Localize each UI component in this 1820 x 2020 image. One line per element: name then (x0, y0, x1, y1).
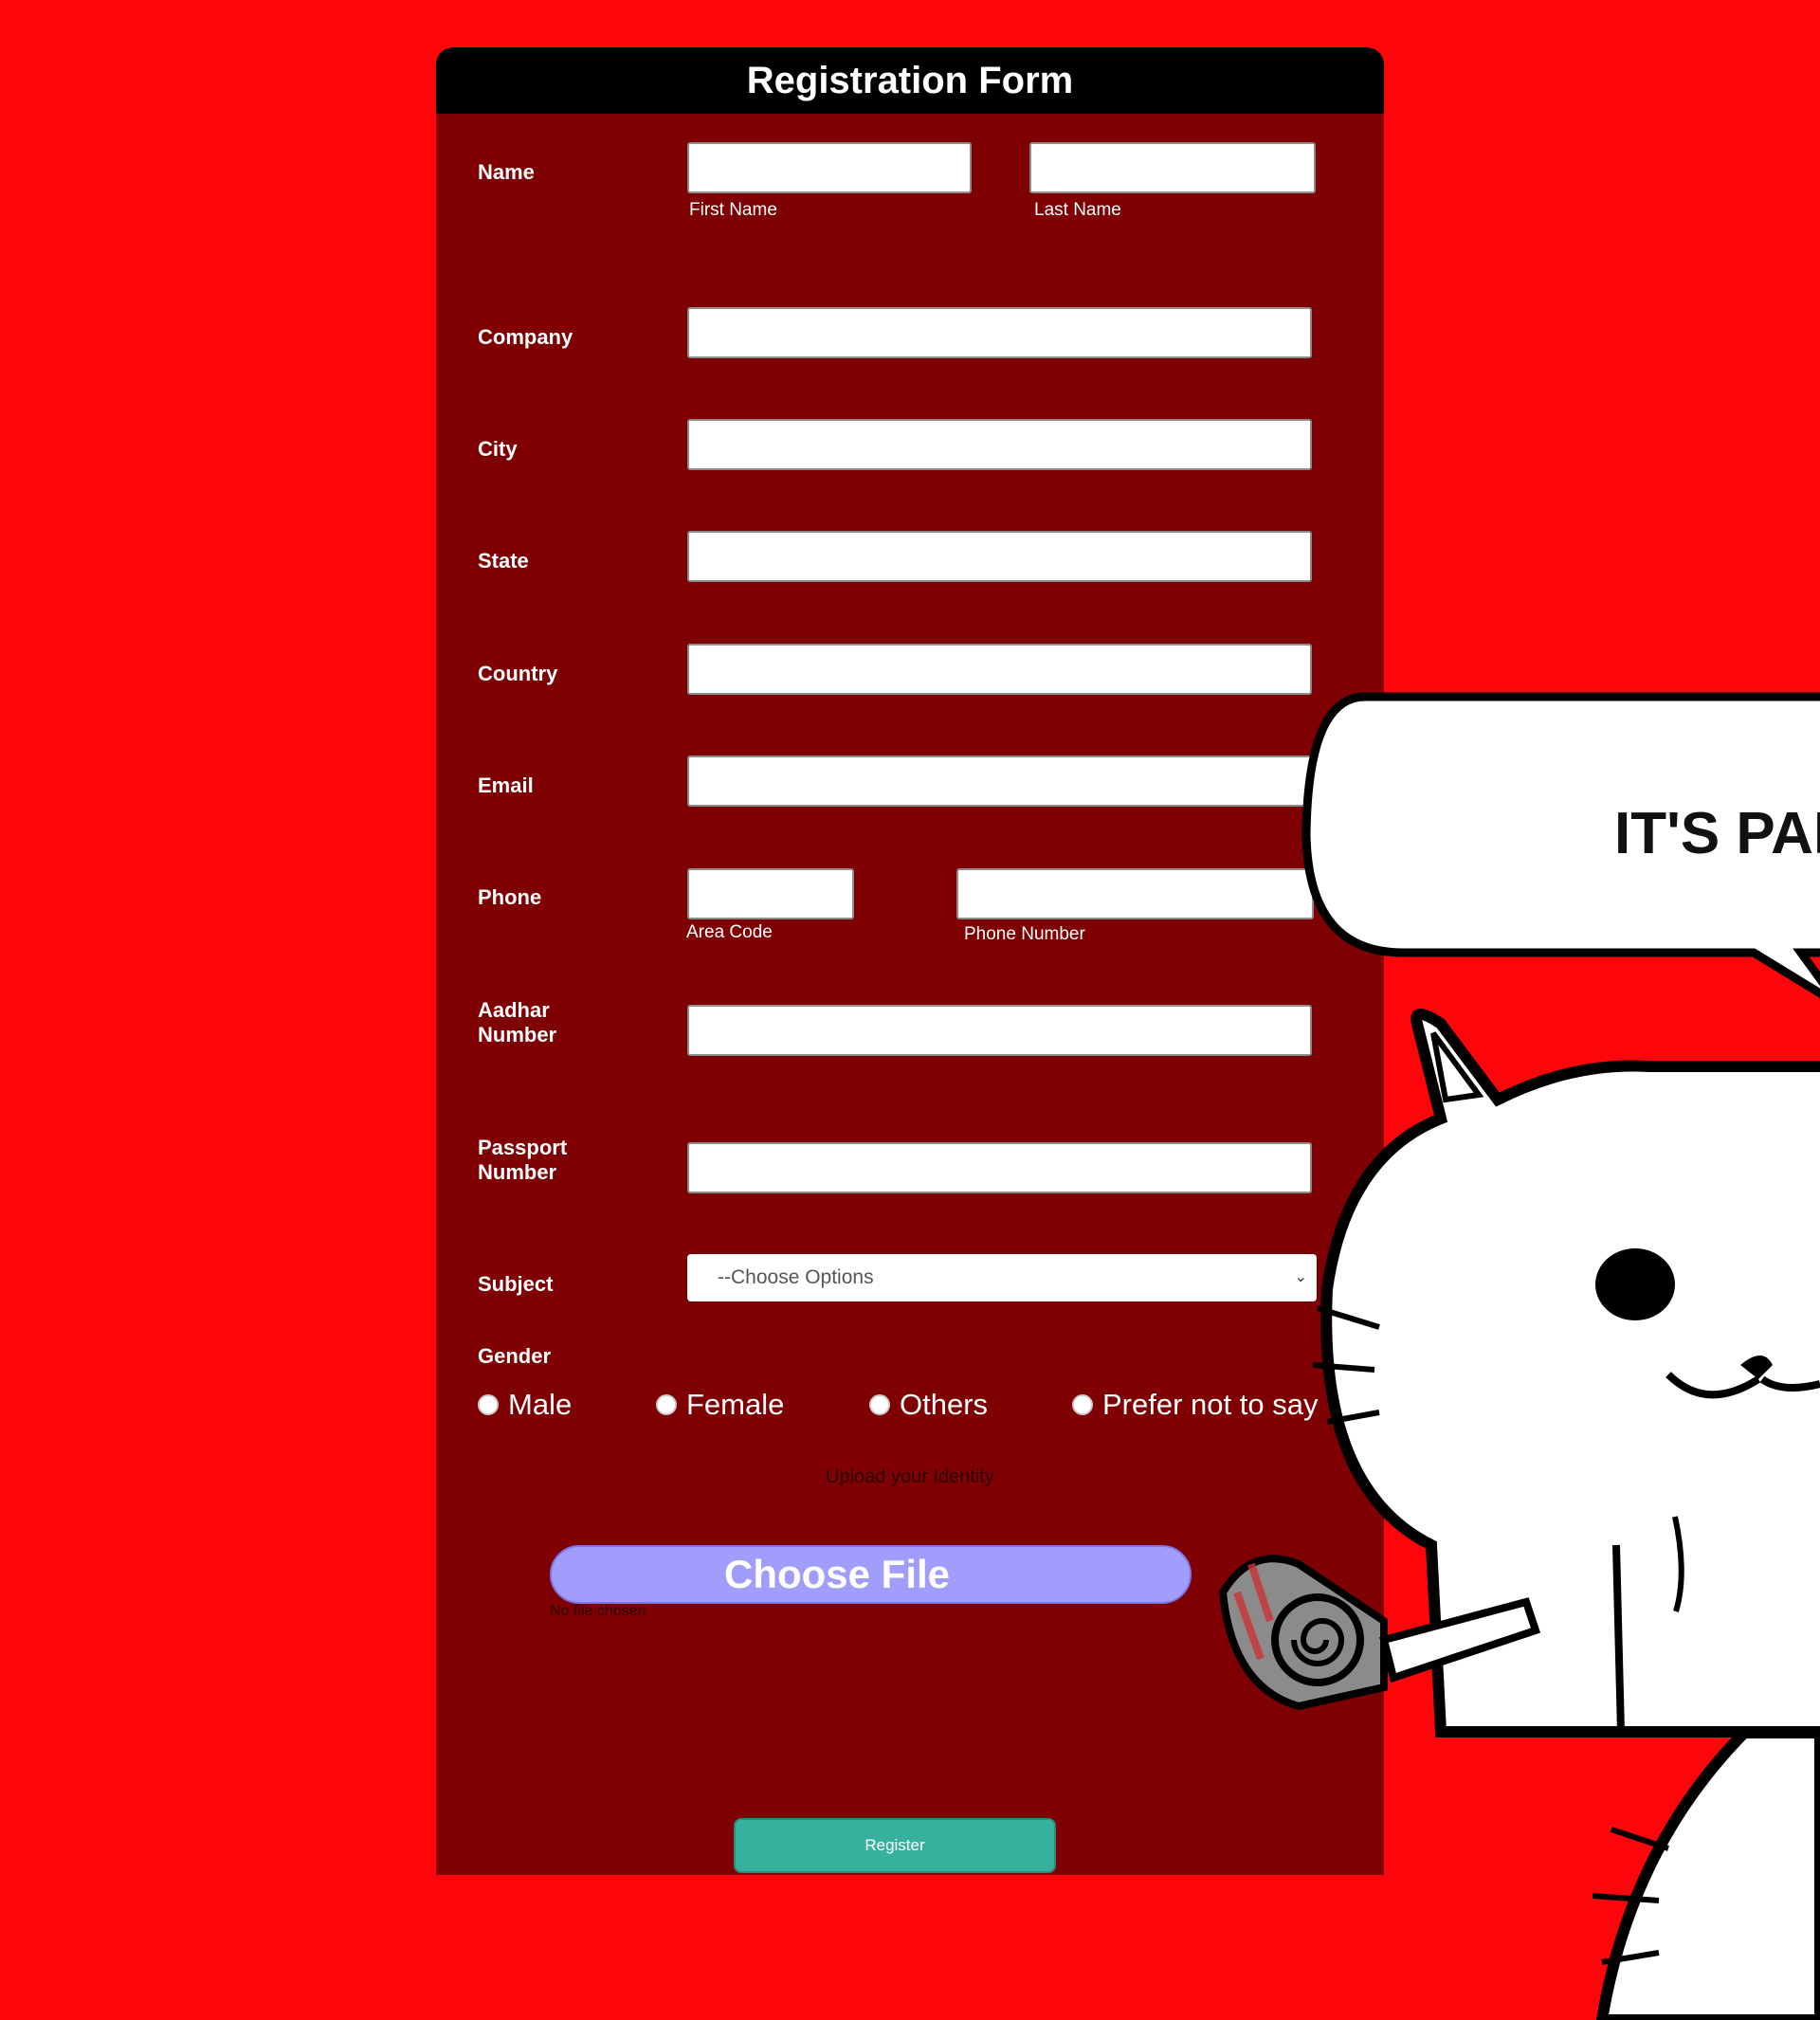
last-name-sublabel: Last Name (1034, 200, 1121, 220)
last-name-input[interactable] (1029, 142, 1316, 193)
company-input[interactable] (687, 307, 1312, 358)
subject-selected-value: --Choose Options (718, 1266, 874, 1288)
radio-button[interactable] (869, 1394, 890, 1415)
first-name-sublabel: First Name (689, 200, 777, 220)
aadhar-label: Aadhar Number (478, 998, 556, 1047)
area-code-input[interactable] (687, 868, 854, 919)
cat-illustration: IT'S PAR (1218, 692, 1820, 2020)
gender-option-female[interactable]: Female (656, 1388, 784, 1422)
phone-number-sublabel: Phone Number (964, 924, 1085, 944)
radio-button[interactable] (478, 1394, 499, 1415)
aadhar-label-line1: Aadhar (478, 998, 550, 1022)
passport-label-line2: Number (478, 1160, 557, 1184)
city-label: City (478, 437, 518, 461)
register-button[interactable]: Register (734, 1818, 1056, 1873)
gender-option-others[interactable]: Others (869, 1388, 988, 1422)
radio-label: Female (686, 1388, 785, 1421)
choose-file-button[interactable]: Choose File (550, 1545, 1192, 1604)
email-label: Email (478, 773, 534, 797)
passport-label-line1: Passport (478, 1136, 568, 1159)
passport-label: Passport Number (478, 1136, 567, 1185)
cat-upper (1312, 1009, 1820, 1738)
country-label: Country (478, 662, 558, 685)
first-name-input[interactable] (687, 142, 972, 193)
gender-option-male[interactable]: Male (478, 1388, 572, 1422)
cat-lower (1592, 1727, 1820, 2020)
name-label: Name (478, 160, 535, 184)
radio-label: Male (508, 1388, 573, 1421)
state-input[interactable] (687, 531, 1312, 582)
subject-label: Subject (478, 1272, 554, 1296)
gender-label: Gender (478, 1344, 552, 1368)
area-code-sublabel: Area Code (686, 922, 773, 942)
city-input[interactable] (687, 419, 1312, 470)
speech-bubble: IT'S PAR (1301, 692, 1820, 999)
radio-button[interactable] (656, 1394, 677, 1415)
radio-label: Others (900, 1388, 989, 1421)
form-title: Registration Form (436, 47, 1384, 114)
radio-button[interactable] (1072, 1394, 1093, 1415)
speech-bubble-text: IT'S PAR (1614, 801, 1820, 866)
state-label: State (478, 549, 529, 573)
aadhar-label-line2: Number (478, 1023, 557, 1046)
phone-label: Phone (478, 885, 542, 909)
file-status: No file chosen (550, 1603, 646, 1619)
company-label: Company (478, 325, 573, 349)
